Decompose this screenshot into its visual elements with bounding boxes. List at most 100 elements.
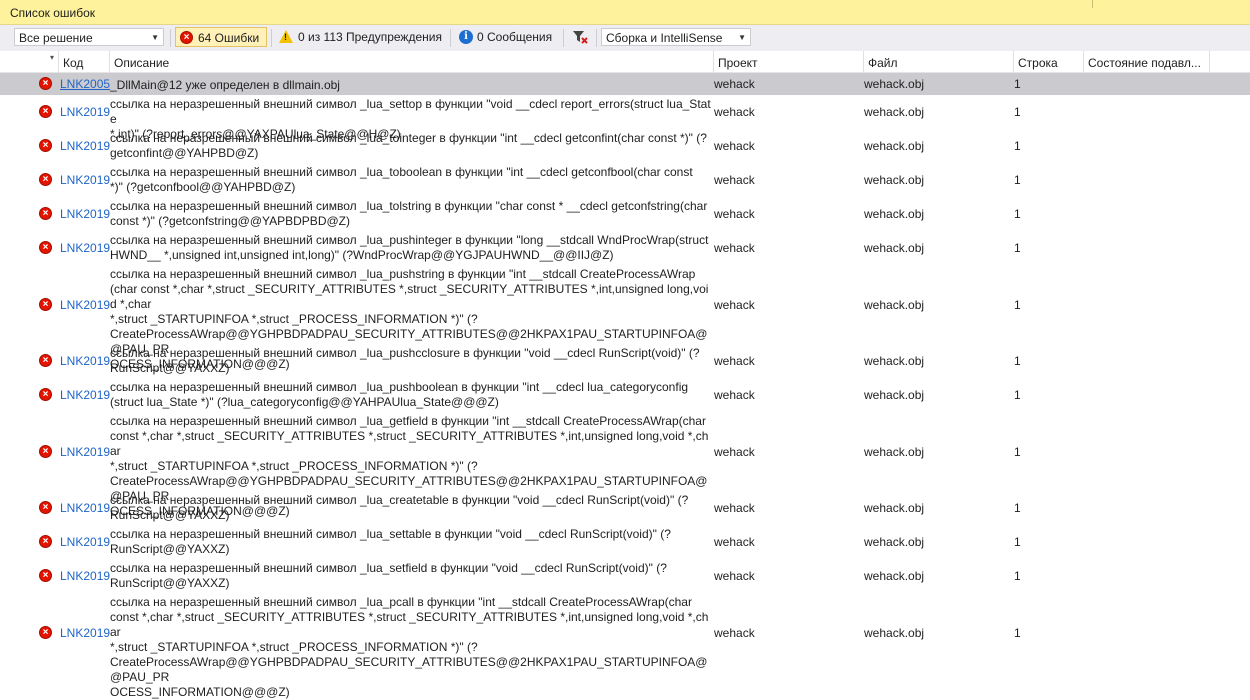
error-icon: × <box>39 501 52 514</box>
table-row[interactable]: × LNK2005 _DllMain@12 уже определен в dl… <box>0 73 1250 95</box>
error-line: 1 <box>1014 569 1021 583</box>
error-code-link[interactable]: LNK2019 <box>60 207 110 221</box>
error-file: wehack.obj <box>864 569 925 583</box>
error-line: 1 <box>1014 139 1021 153</box>
column-header-suppression[interactable]: Состояние подавл... <box>1084 51 1210 73</box>
error-file: wehack.obj <box>864 297 925 312</box>
error-project: wehack <box>714 388 755 402</box>
error-code-link[interactable]: LNK2019 <box>60 569 110 583</box>
error-line: 1 <box>1014 207 1021 221</box>
warnings-filter-label: 0 из 113 Предупреждения <box>298 30 442 44</box>
table-row[interactable]: × LNK2019 ссылка на неразрешенный внешни… <box>0 593 1250 699</box>
error-code-link[interactable]: LNK2019 <box>60 445 110 459</box>
error-icon: × <box>39 173 52 186</box>
error-project: wehack <box>714 501 755 515</box>
error-icon: × <box>39 444 52 458</box>
error-description: ссылка на неразрешенный внешний символ _… <box>110 527 671 556</box>
toolbar-separator <box>596 29 597 47</box>
column-header-description[interactable]: Описание <box>110 51 714 73</box>
titlebar-divider <box>1092 0 1093 8</box>
error-file: wehack.obj <box>864 207 925 221</box>
error-code-link[interactable]: LNK2019 <box>60 354 110 368</box>
error-project: wehack <box>714 569 755 583</box>
scope-dropdown[interactable]: Все решение ▼ <box>14 28 164 46</box>
chevron-down-icon: ▼ <box>738 33 746 42</box>
error-icon: × <box>39 569 52 582</box>
error-file: wehack.obj <box>864 77 925 91</box>
error-line: 1 <box>1014 354 1021 368</box>
toolbar-separator <box>271 29 272 47</box>
chevron-down-icon: ▼ <box>151 33 159 42</box>
error-icon: × <box>39 139 52 152</box>
error-file: wehack.obj <box>864 388 925 402</box>
error-project: wehack <box>714 173 755 187</box>
error-file: wehack.obj <box>864 173 925 187</box>
error-code-link[interactable]: LNK2019 <box>60 298 110 312</box>
error-code-link[interactable]: LNK2019 <box>60 241 110 255</box>
error-code-link[interactable]: LNK2019 <box>60 626 110 640</box>
error-description: ссылка на неразрешенный внешний символ _… <box>110 346 700 375</box>
error-code-link[interactable]: LNK2019 <box>60 139 110 153</box>
table-row[interactable]: × LNK2019 ссылка на неразрешенный внешни… <box>0 95 1250 141</box>
table-row[interactable]: × LNK2019 ссылка на неразрешенный внешни… <box>0 559 1250 593</box>
messages-filter-button[interactable]: i 0 Сообщения <box>455 27 559 47</box>
error-project: wehack <box>714 625 755 640</box>
error-project: wehack <box>714 207 755 221</box>
error-icon: × <box>39 241 52 254</box>
error-project: wehack <box>714 241 755 255</box>
toolbar-separator <box>563 29 564 47</box>
sort-indicator-icon: ▾ <box>50 53 55 62</box>
table-row[interactable]: × LNK2019 ссылка на неразрешенный внешни… <box>0 265 1250 371</box>
error-code-link[interactable]: LNK2019 <box>60 501 110 515</box>
error-description: ссылка на неразрешенный внешний символ _… <box>110 493 689 522</box>
table-row[interactable]: × LNK2019 ссылка на неразрешенный внешни… <box>0 231 1250 265</box>
error-file: wehack.obj <box>864 444 925 459</box>
toolbar-separator <box>170 29 171 47</box>
errors-filter-label: 64 Ошибки <box>198 31 260 45</box>
table-row[interactable]: × LNK2019 ссылка на неразрешенный внешни… <box>0 197 1250 231</box>
column-header-row: ▾ Код Описание Проект Файл Строка Состоя… <box>0 51 1250 73</box>
error-line: 1 <box>1014 241 1021 255</box>
error-code-link[interactable]: LNK2019 <box>60 173 110 187</box>
table-row[interactable]: × LNK2019 ссылка на неразрешенный внешни… <box>0 129 1250 163</box>
column-header-code[interactable]: Код <box>59 51 110 73</box>
error-project: wehack <box>714 444 755 459</box>
table-row[interactable]: × LNK2019 ссылка на неразрешенный внешни… <box>0 525 1250 559</box>
error-description: _DllMain@12 уже определен в dllmain.obj <box>110 78 340 92</box>
table-row[interactable]: × LNK2019 ссылка на неразрешенный внешни… <box>0 163 1250 197</box>
error-code-link[interactable]: LNK2019 <box>60 105 110 119</box>
error-list-titlebar[interactable]: Список ошибок <box>0 0 1250 25</box>
error-icon: × <box>39 535 52 548</box>
column-header-description-label: Описание <box>114 56 170 70</box>
column-header-project[interactable]: Проект <box>714 51 864 73</box>
build-source-value: Сборка и IntelliSense <box>606 31 723 45</box>
error-file: wehack.obj <box>864 139 925 153</box>
toolbar-separator <box>450 29 451 47</box>
error-project: wehack <box>714 139 755 153</box>
error-line: 1 <box>1014 173 1021 187</box>
error-file: wehack.obj <box>864 501 925 515</box>
table-row[interactable]: × LNK2019 ссылка на неразрешенный внешни… <box>0 344 1250 378</box>
error-description: ссылка на неразрешенный внешний символ _… <box>110 595 709 699</box>
error-code-link[interactable]: LNK2005 <box>60 77 110 91</box>
error-code-link[interactable]: LNK2019 <box>60 388 110 402</box>
clear-filter-button[interactable] <box>568 27 592 47</box>
column-header-icon[interactable]: ▾ <box>0 51 59 73</box>
build-source-dropdown[interactable]: Сборка и IntelliSense ▼ <box>601 28 751 46</box>
column-header-code-label: Код <box>63 56 84 70</box>
table-row[interactable]: × LNK2019 ссылка на неразрешенный внешни… <box>0 491 1250 525</box>
errors-filter-button[interactable]: × 64 Ошибки <box>175 27 267 47</box>
column-header-file[interactable]: Файл <box>864 51 1014 73</box>
error-code-link[interactable]: LNK2019 <box>60 535 110 549</box>
column-header-file-label: Файл <box>868 56 898 70</box>
table-row[interactable]: × LNK2019 ссылка на неразрешенный внешни… <box>0 412 1250 518</box>
error-line: 1 <box>1014 535 1021 549</box>
error-line: 1 <box>1014 297 1021 312</box>
column-header-line[interactable]: Строка <box>1014 51 1084 73</box>
warnings-filter-button[interactable]: ! 0 из 113 Предупреждения <box>276 27 444 47</box>
error-icon: × <box>180 31 193 44</box>
error-description: ссылка на неразрешенный внешний символ _… <box>110 380 689 409</box>
error-file: wehack.obj <box>864 535 925 549</box>
table-row[interactable]: × LNK2019 ссылка на неразрешенный внешни… <box>0 378 1250 412</box>
error-description: ссылка на неразрешенный внешний символ _… <box>110 199 708 228</box>
